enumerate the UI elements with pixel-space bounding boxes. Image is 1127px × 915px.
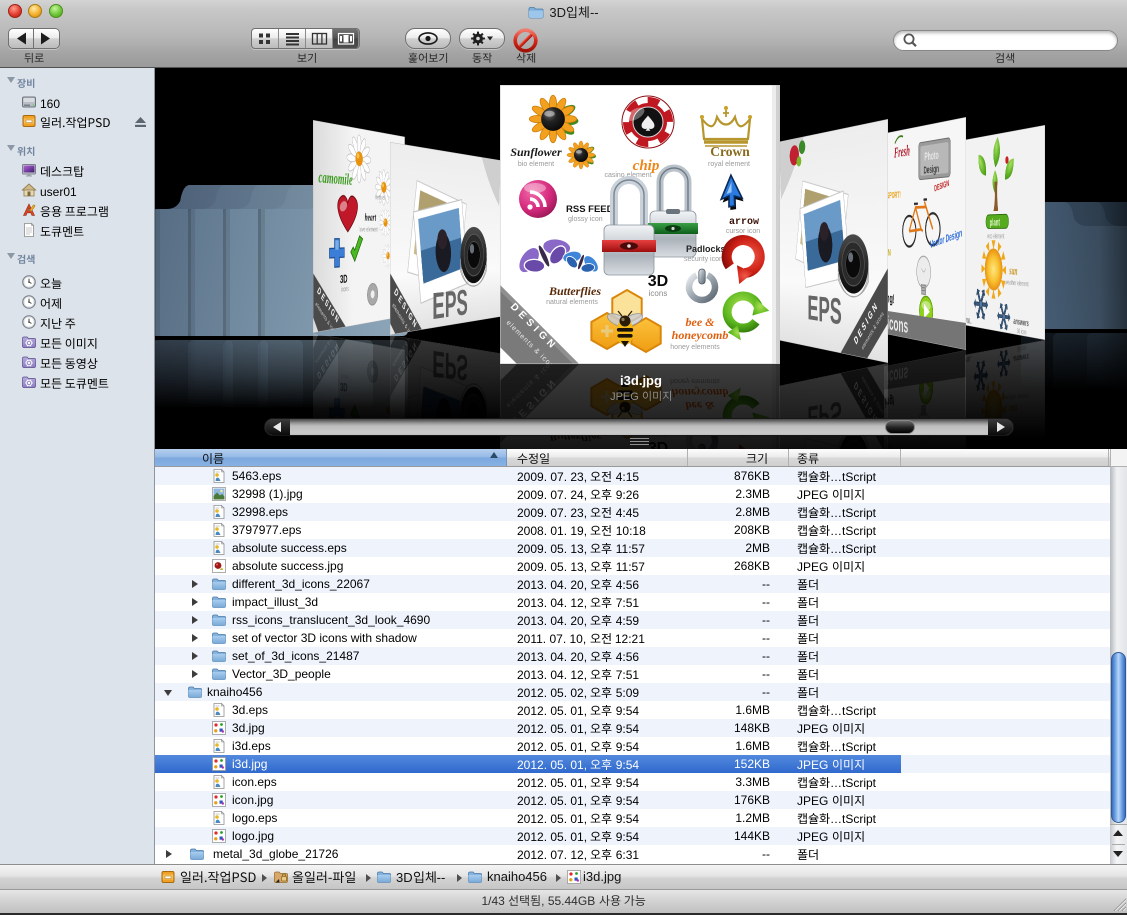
svg-text:Butterflies: Butterflies	[548, 284, 601, 298]
svg-text:icons: icons	[341, 286, 349, 294]
svg-text:sun: sun	[1009, 264, 1018, 279]
svg-text:bee &: bee &	[686, 315, 716, 329]
svg-text:3D: 3D	[648, 273, 668, 290]
svg-text:herb el: herb el	[375, 195, 385, 202]
svg-text:eco element: eco element	[987, 234, 1004, 242]
svg-text:icons: icons	[649, 289, 668, 298]
svg-text:plant: plant	[990, 217, 1000, 228]
svg-text:arrow: arrow	[729, 217, 759, 228]
svg-text:3D: 3D	[648, 438, 668, 449]
svg-text:royal element: royal element	[708, 161, 750, 168]
svg-text:honeycomb: honeycomb	[672, 328, 729, 342]
svg-text:Fresh: Fresh	[894, 142, 910, 161]
svg-text:Photo: Photo	[924, 148, 939, 163]
svg-text:heart: heart	[365, 442, 377, 449]
svg-text:camomile: camomile	[318, 168, 352, 189]
svg-text:love element: love element	[359, 227, 378, 234]
svg-text:cursor icon: cursor icon	[726, 228, 760, 235]
svg-text:icons: icons	[887, 313, 908, 338]
svg-text:WI..: WI..	[966, 318, 971, 326]
svg-text:bio element: bio element	[518, 161, 554, 168]
svg-text:Sunflower: Sunflower	[510, 145, 562, 159]
svg-text:EPS: EPS	[807, 289, 841, 333]
svg-text:WI..: WI..	[966, 354, 971, 362]
svg-text:eco element: eco element	[987, 439, 1004, 447]
svg-text:SPORT!: SPORT!	[887, 189, 901, 201]
svg-text:RSS FEED: RSS FEED	[566, 204, 614, 215]
svg-text:honey elements: honey elements	[670, 344, 720, 351]
svg-text:Crown: Crown	[710, 144, 750, 159]
svg-text:Padlocks: Padlocks	[686, 244, 726, 254]
svg-text:3D: 3D	[340, 273, 347, 287]
svg-text:glossy icon: glossy icon	[568, 216, 603, 223]
svg-text:natural elements: natural elements	[546, 299, 598, 306]
svg-text:heart: heart	[365, 212, 377, 224]
svg-text:security icons: security icons	[684, 256, 727, 263]
svg-text:EPS: EPS	[432, 282, 467, 328]
svg-text:Design: Design	[924, 163, 939, 176]
